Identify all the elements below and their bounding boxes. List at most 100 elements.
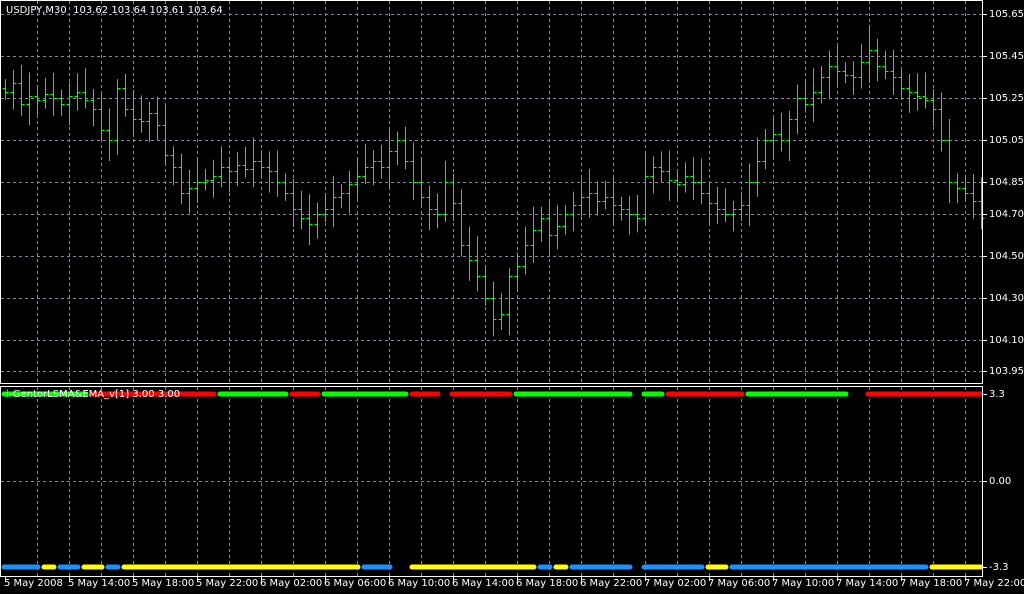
low-value: 103.61 (149, 5, 185, 16)
ohlc-bar (530, 206, 537, 263)
ohlc-bar (626, 195, 633, 235)
time-axis-label: 7 May 10:00 (772, 578, 835, 589)
ohlc-bar (946, 119, 953, 203)
ohlc-bar (282, 173, 289, 201)
time-axis-label: 5 May 14:00 (68, 578, 131, 589)
ohlc-bar (66, 82, 73, 126)
ohlc-bar (370, 150, 377, 186)
price-axis-label: 105.45 (989, 50, 1024, 62)
ohlc-bar (594, 181, 601, 216)
ohlc-bar (170, 146, 177, 186)
ohlc-bar (954, 173, 961, 203)
ohlc-bar (770, 117, 777, 158)
indicator-param-1: 3.00 (132, 389, 155, 400)
ohlc-bar (522, 226, 529, 275)
ohlc-bar (546, 201, 553, 256)
ohlc-bar (698, 158, 705, 205)
ohlc-bar (410, 142, 417, 200)
ohlc-bar (50, 72, 57, 116)
time-axis-label: 5 May 18:00 (132, 578, 195, 589)
time-axis-label: 7 May 06:00 (708, 578, 771, 589)
ohlc-bar (34, 84, 41, 115)
ohlc-bar (74, 73, 81, 111)
ohlc-bar (386, 129, 393, 189)
ohlc-bar (786, 110, 793, 161)
ohlc-bar (914, 73, 921, 111)
ohlc-bar (802, 79, 809, 113)
indicator-axis-label: -3.3 (989, 561, 1009, 573)
ohlc-bar (826, 50, 833, 98)
ohlc-bar (842, 62, 849, 84)
price-axis-label: 105.65 (989, 8, 1024, 20)
ohlc-bar (202, 168, 209, 191)
time-axis-label: 6 May 10:00 (388, 578, 451, 589)
price-axis-label: 104.70 (989, 208, 1024, 220)
ohlc-bar (690, 157, 697, 200)
ohlc-bar (674, 171, 681, 199)
time-axis-label: 6 May 14:00 (452, 578, 515, 589)
ohlc-bar (322, 193, 329, 222)
time-axis-label: 6 May 06:00 (324, 578, 387, 589)
ohlc-bar (274, 150, 281, 197)
ohlc-bar (602, 180, 609, 210)
ohlc-bar (266, 151, 273, 193)
ohlc-bar (242, 146, 249, 178)
ohlc-bar (650, 156, 657, 194)
ohlc-bar (338, 184, 345, 209)
ohlc-bar (402, 126, 409, 170)
time-axis-label: 5 May 22:00 (196, 578, 259, 589)
ohlc-bar (90, 89, 97, 127)
ohlc-bar (466, 226, 473, 281)
ohlc-bar (746, 163, 753, 227)
ohlc-bar (586, 168, 593, 218)
ohlc-bar (682, 162, 689, 193)
ohlc-bar (506, 268, 513, 336)
ohlc-bar (442, 161, 449, 222)
price-axis-label: 104.30 (989, 292, 1024, 304)
ohlc-bar (794, 84, 801, 134)
ohlc-bar (154, 96, 161, 140)
ohlc-bar (714, 187, 721, 224)
ohlc-bar (298, 190, 305, 230)
ohlc-bar (42, 77, 49, 109)
ohlc-bar (2, 79, 9, 101)
ohlc-bar (738, 191, 745, 221)
time-axis-label: 6 May 22:00 (580, 578, 643, 589)
ohlc-bar (106, 108, 113, 161)
ohlc-bar (634, 195, 641, 233)
ohlc-bar (250, 137, 257, 188)
ohlc-bar (722, 188, 729, 222)
open-value: 103.62 (73, 5, 109, 16)
ohlc-bar (178, 153, 185, 205)
ohlc-bar (642, 152, 649, 227)
ohlc-bar (210, 159, 217, 198)
ohlc-bar (658, 151, 665, 184)
price-axis-label: 104.10 (989, 334, 1024, 346)
ohlc-bar (186, 169, 193, 214)
ohlc-bar (58, 89, 65, 116)
ohlc-bar (482, 265, 489, 306)
ohlc-bar (354, 157, 361, 199)
ohlc-bar (578, 178, 585, 217)
ohlc-bar (450, 173, 457, 221)
price-chart[interactable] (0, 0, 1024, 594)
ohlc-bar (82, 68, 89, 109)
ohlc-bar (458, 189, 465, 257)
indicator-header: i-GentorLSMA&EMA_v[1] 3.00 3.00 (6, 389, 180, 400)
ohlc-bar (562, 205, 569, 235)
price-axis-label: 105.05 (989, 134, 1024, 146)
ohlc-bar (810, 68, 817, 123)
time-axis-label: 7 May 02:00 (644, 578, 707, 589)
ohlc-bar (10, 69, 17, 110)
ohlc-bar (290, 179, 297, 228)
ohlc-bar (138, 95, 145, 133)
ohlc-bar (234, 151, 241, 187)
price-axis-label: 103.95 (989, 365, 1024, 377)
indicator-name: i-GentorLSMA&EMA_v[1] (6, 389, 130, 400)
ohlc-bar (114, 79, 121, 155)
indicator-lines (1, 391, 984, 570)
ohlc-bar (98, 92, 105, 142)
ohlc-bar (146, 101, 153, 143)
ohlc-bar (314, 202, 321, 239)
ohlc-bar (962, 174, 969, 201)
